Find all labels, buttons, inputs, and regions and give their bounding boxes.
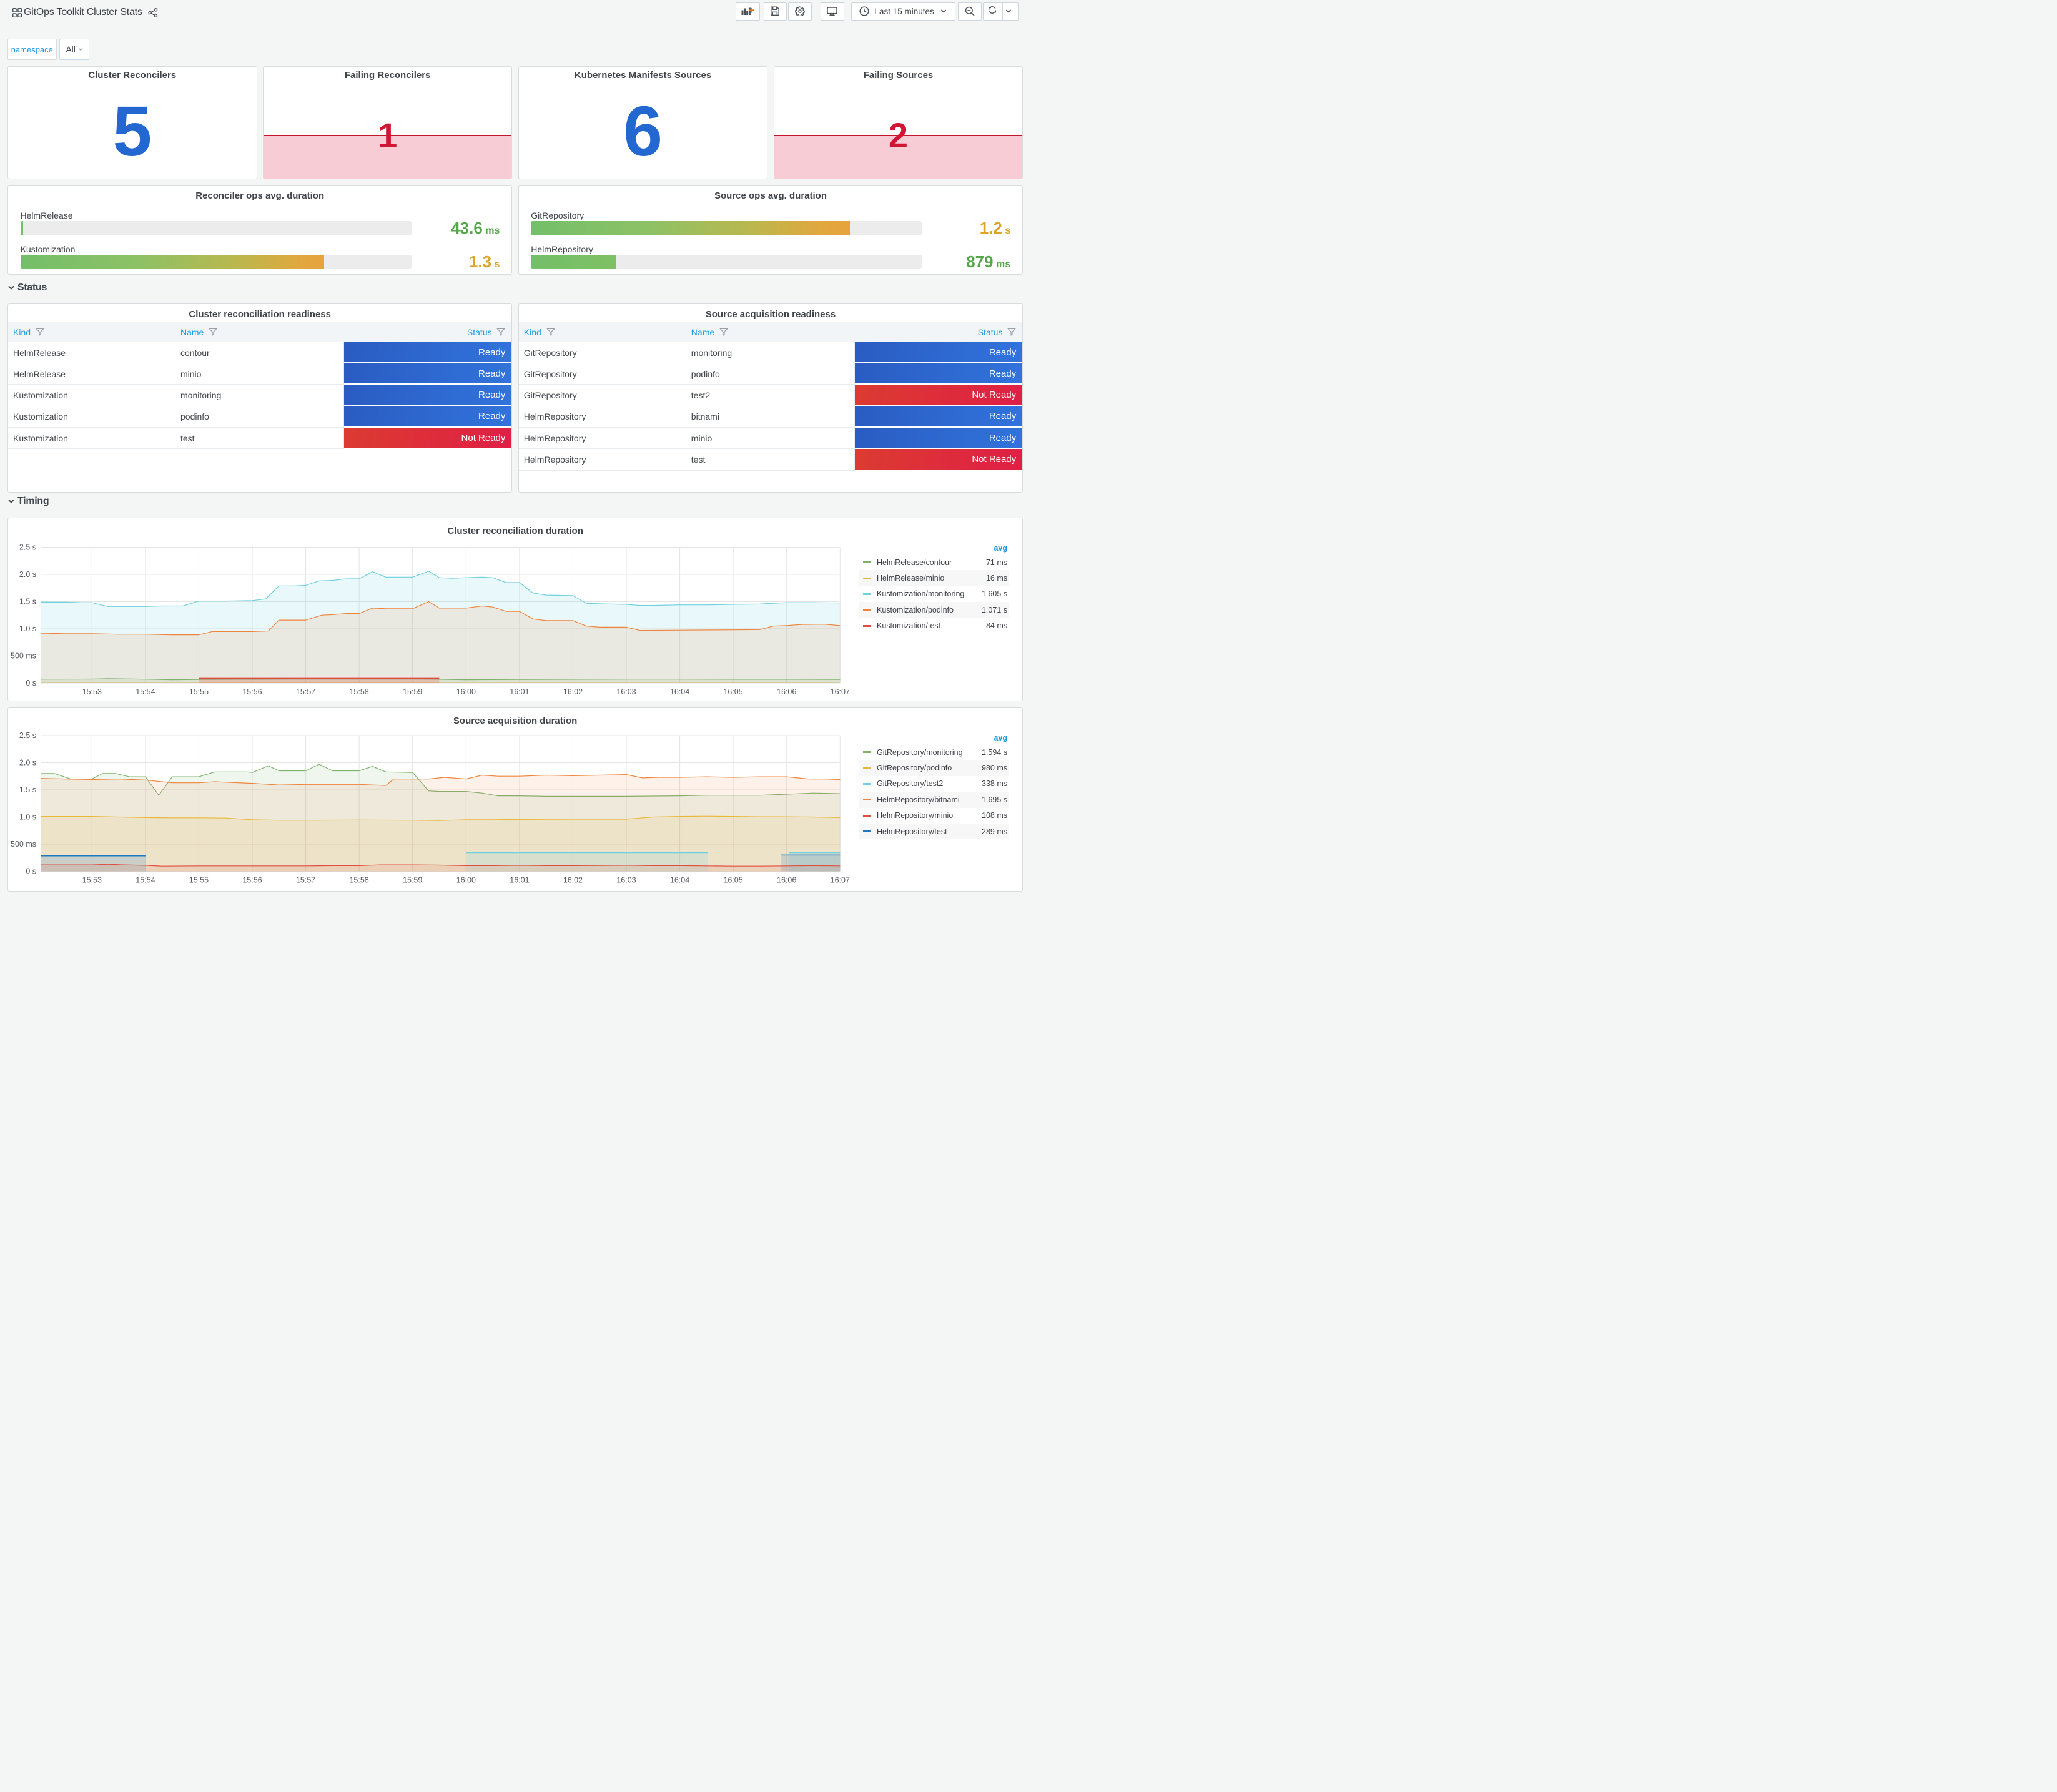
svg-text:1.5 s: 1.5 s — [19, 785, 36, 794]
svg-text:16:04: 16:04 — [670, 687, 689, 696]
svg-text:15:55: 15:55 — [189, 875, 209, 884]
svg-text:16:07: 16:07 — [831, 875, 850, 884]
svg-text:2.0 s: 2.0 s — [19, 570, 36, 579]
svg-text:15:53: 15:53 — [82, 875, 102, 884]
svg-text:15:54: 15:54 — [136, 875, 155, 884]
svg-text:1.0 s: 1.0 s — [19, 624, 36, 633]
svg-text:500 ms: 500 ms — [11, 839, 36, 848]
svg-text:16:05: 16:05 — [723, 687, 742, 696]
svg-text:15:59: 15:59 — [403, 687, 422, 696]
svg-text:0 s: 0 s — [26, 867, 36, 875]
svg-text:0 s: 0 s — [26, 678, 36, 687]
svg-text:16:06: 16:06 — [777, 687, 796, 696]
svg-text:2.5 s: 2.5 s — [19, 731, 36, 739]
svg-text:16:06: 16:06 — [777, 875, 796, 884]
svg-text:15:56: 15:56 — [242, 687, 262, 696]
svg-text:15:53: 15:53 — [82, 687, 102, 696]
svg-text:16:05: 16:05 — [723, 875, 742, 884]
svg-text:16:00: 16:00 — [456, 687, 476, 696]
svg-text:500 ms: 500 ms — [11, 651, 36, 660]
svg-text:15:57: 15:57 — [296, 875, 315, 884]
svg-text:16:01: 16:01 — [510, 875, 529, 884]
svg-text:1.5 s: 1.5 s — [19, 597, 36, 606]
svg-text:15:58: 15:58 — [349, 875, 368, 884]
svg-text:16:02: 16:02 — [563, 875, 583, 884]
svg-text:15:54: 15:54 — [136, 687, 155, 696]
svg-text:16:04: 16:04 — [670, 875, 689, 884]
svg-text:16:01: 16:01 — [510, 687, 529, 696]
svg-text:2.0 s: 2.0 s — [19, 758, 36, 767]
svg-text:16:03: 16:03 — [616, 875, 636, 884]
svg-text:15:56: 15:56 — [242, 875, 262, 884]
svg-text:15:59: 15:59 — [403, 875, 422, 884]
svg-text:15:57: 15:57 — [296, 687, 315, 696]
svg-text:16:03: 16:03 — [616, 687, 636, 696]
svg-text:15:55: 15:55 — [189, 687, 209, 696]
svg-text:16:07: 16:07 — [831, 687, 850, 696]
svg-text:1.0 s: 1.0 s — [19, 812, 36, 821]
svg-text:2.5 s: 2.5 s — [19, 543, 36, 551]
svg-text:15:58: 15:58 — [349, 687, 368, 696]
svg-text:16:00: 16:00 — [456, 875, 476, 884]
svg-text:16:02: 16:02 — [563, 687, 583, 696]
